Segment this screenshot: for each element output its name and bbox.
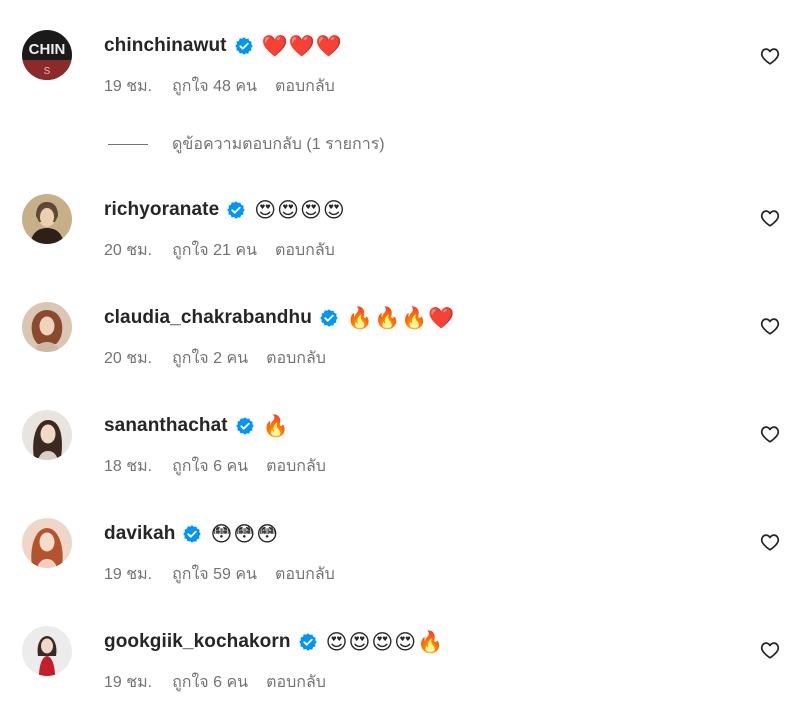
reply-button[interactable]: ตอบกลับ — [275, 562, 335, 587]
comment-time: 19 ชม. — [104, 565, 153, 583]
view-replies-label: ดูข้อความตอบกลับ (1 รายการ) — [172, 135, 385, 153]
verified-badge-icon — [226, 200, 246, 220]
reply-button[interactable]: ตอบกลับ — [275, 238, 335, 263]
comment-time: 20 ชม. — [104, 241, 153, 259]
username[interactable]: davikah — [104, 523, 175, 545]
avatar[interactable]: CHIN S — [22, 30, 72, 80]
likes-count[interactable]: ถูกใจ 48 คน — [172, 74, 257, 99]
username[interactable]: gookgiik_kochakorn — [104, 631, 291, 653]
comment-emojis: 😍😍😍😍🔥 — [325, 629, 445, 654]
verified-badge-icon — [298, 632, 318, 652]
comment-emojis: 😍😍😍😍 — [254, 198, 346, 222]
comment-item: gookgiik_kochakorn 😍😍😍😍🔥 19 ชม. ถูกใจ 6 … — [0, 616, 800, 696]
heart-outline-icon[interactable] — [759, 639, 781, 661]
view-replies-button[interactable]: ดูข้อความตอบกลับ (1 รายการ) — [108, 132, 385, 156]
comment-time: 20 ชม. — [104, 349, 153, 367]
comment-item: davikah 😳😳😳 19 ชม. ถูกใจ 59 คน ตอบกลับ — [0, 508, 800, 588]
heart-outline-icon[interactable] — [759, 207, 781, 229]
reply-button[interactable]: ตอบกลับ — [266, 670, 326, 695]
likes-count[interactable]: ถูกใจ 6 คน — [172, 670, 248, 695]
heart-outline-icon[interactable] — [759, 45, 781, 67]
comment-emojis: 😳😳😳 — [210, 522, 280, 546]
username[interactable]: chinchinawut — [104, 35, 227, 57]
heart-outline-icon[interactable] — [759, 531, 781, 553]
verified-badge-icon — [235, 416, 255, 436]
reply-button[interactable]: ตอบกลับ — [266, 454, 326, 479]
likes-count[interactable]: ถูกใจ 2 คน — [172, 346, 248, 371]
avatar[interactable] — [22, 194, 72, 244]
comment-item: richyoranate 😍😍😍😍 20 ชม. ถูกใจ 21 คน ตอบ… — [0, 184, 800, 264]
verified-badge-icon — [234, 36, 254, 56]
reply-button[interactable]: ตอบกลับ — [266, 346, 326, 371]
comment-item: sananthachat 🔥 18 ชม. ถูกใจ 6 คน ตอบกลับ — [0, 400, 800, 480]
comment-emojis: 🔥 — [262, 413, 290, 438]
reply-button[interactable]: ตอบกลับ — [275, 74, 335, 99]
divider-line — [108, 143, 148, 145]
comment-item: claudia_chakrabandhu 🔥🔥🔥❤️ 20 ชม. ถูกใจ … — [0, 292, 800, 372]
avatar[interactable] — [22, 302, 72, 352]
heart-outline-icon[interactable] — [759, 423, 781, 445]
verified-badge-icon — [182, 524, 202, 544]
svg-text:S: S — [44, 66, 51, 77]
avatar[interactable] — [22, 518, 72, 568]
username[interactable]: richyoranate — [104, 199, 219, 221]
likes-count[interactable]: ถูกใจ 21 คน — [172, 238, 257, 263]
verified-badge-icon — [319, 308, 339, 328]
comment-item: CHIN S chinchinawut ❤️❤️❤️ 19 ชม. ถูกใจ … — [0, 20, 800, 100]
username[interactable]: claudia_chakrabandhu — [104, 307, 312, 329]
likes-count[interactable]: ถูกใจ 6 คน — [172, 454, 248, 479]
comment-time: 19 ชม. — [104, 673, 153, 691]
avatar[interactable] — [22, 410, 72, 460]
comment-emojis: ❤️❤️❤️ — [261, 33, 344, 58]
comment-time: 18 ชม. — [104, 457, 153, 475]
svg-text:CHIN: CHIN — [29, 41, 66, 58]
comment-time: 19 ชม. — [104, 77, 153, 95]
heart-outline-icon[interactable] — [759, 315, 781, 337]
likes-count[interactable]: ถูกใจ 59 คน — [172, 562, 257, 587]
username[interactable]: sananthachat — [104, 415, 228, 437]
avatar[interactable] — [22, 626, 72, 676]
comment-emojis: 🔥🔥🔥❤️ — [346, 305, 456, 330]
